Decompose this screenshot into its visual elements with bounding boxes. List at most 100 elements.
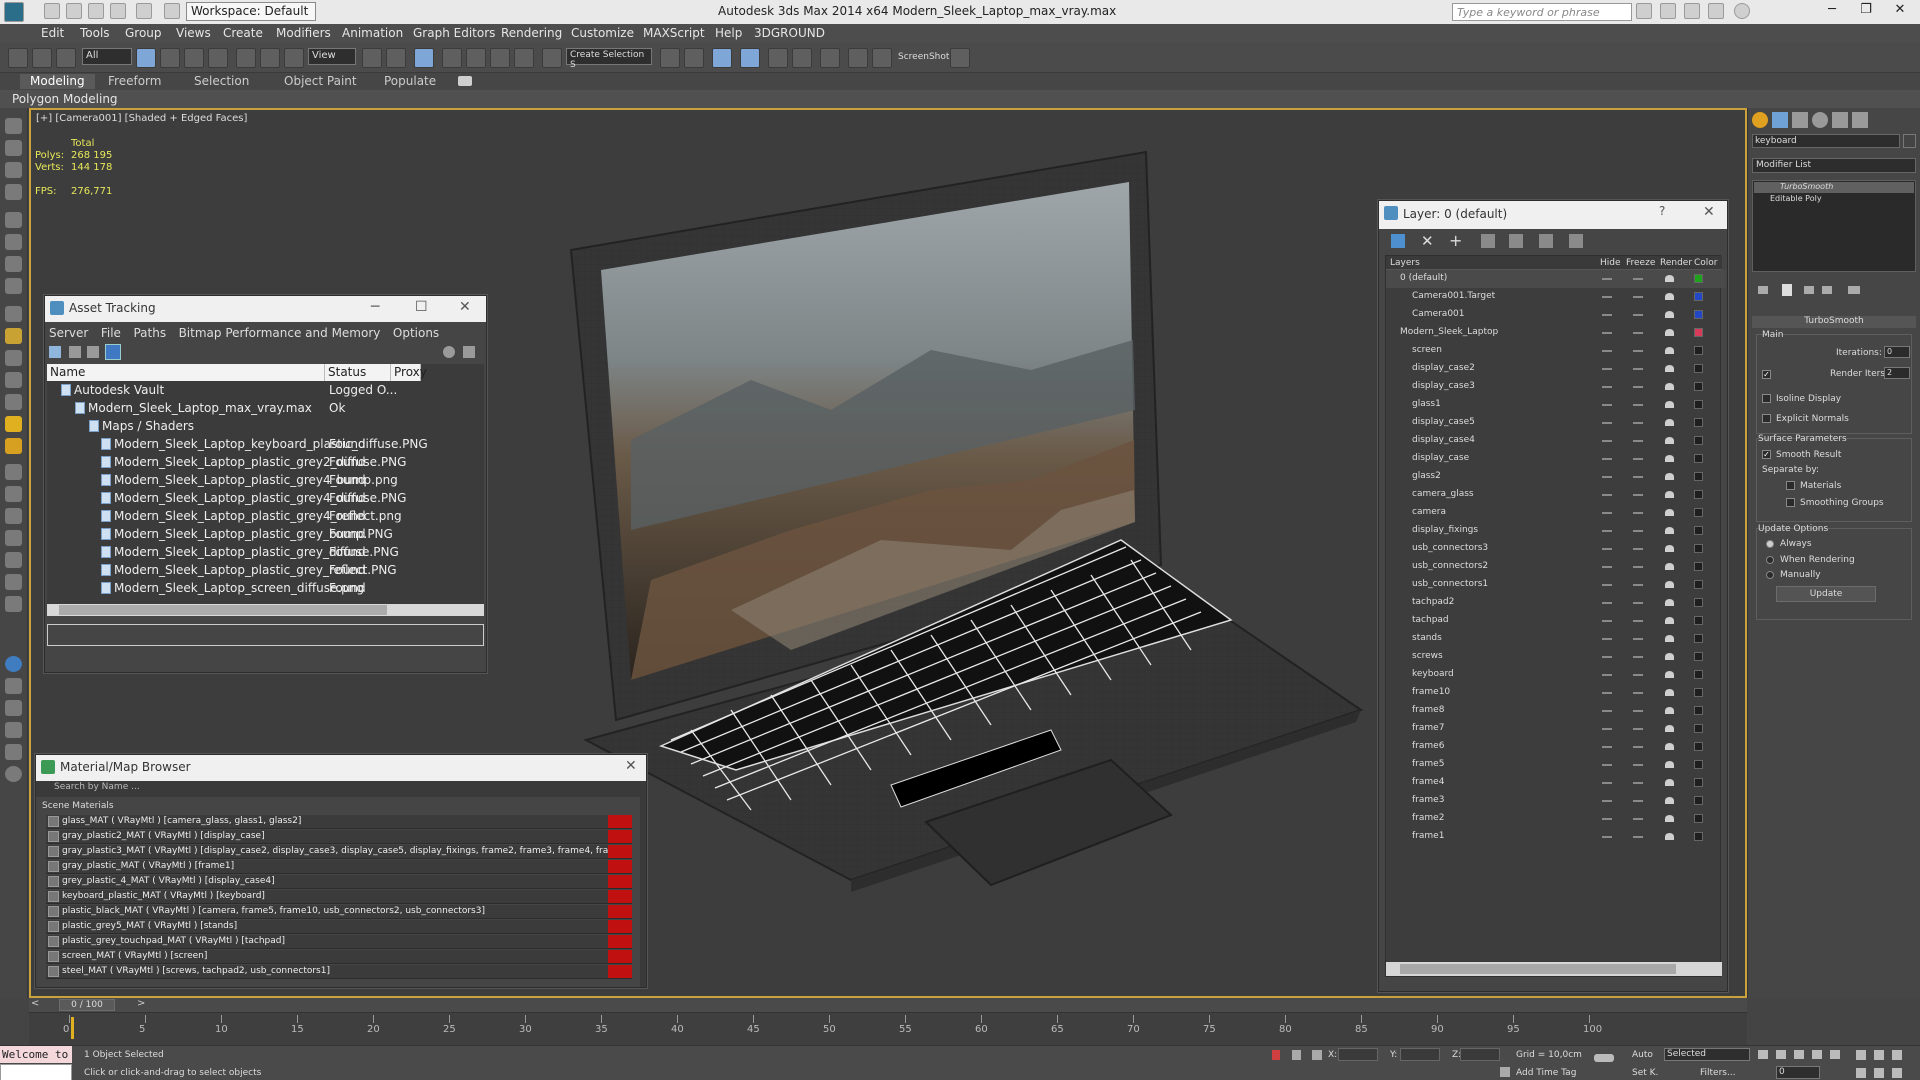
prev-frame-icon[interactable]: <: [31, 998, 39, 1009]
table-view-icon[interactable]: [87, 346, 99, 358]
material-close-button[interactable]: ✕: [625, 758, 637, 774]
freeze-toggle[interactable]: [1633, 692, 1643, 694]
zoom-extents-icon[interactable]: [1892, 1050, 1902, 1060]
delete-layer-icon[interactable]: ✕: [1421, 232, 1434, 250]
absolute-mode-icon[interactable]: [1312, 1050, 1322, 1060]
render-teapot-icon[interactable]: [1665, 419, 1674, 426]
globe-icon[interactable]: [5, 530, 22, 546]
layer-row[interactable]: frame7: [1386, 720, 1726, 738]
freeze-toggle[interactable]: [1633, 512, 1643, 514]
material-list-item[interactable]: keyboard_plastic_MAT ( VRayMtl ) [keyboa…: [46, 890, 632, 904]
render-teapot-icon[interactable]: [1665, 365, 1674, 372]
iterations-spinner[interactable]: 0: [1884, 346, 1910, 358]
polygon-modeling-panel[interactable]: Polygon Modeling: [12, 92, 118, 106]
layer-color-swatch[interactable]: [1694, 760, 1703, 769]
create-tab-icon[interactable]: [1752, 112, 1768, 128]
close-window-button[interactable]: ✕: [1886, 2, 1914, 22]
reference-coordinate-dropdown[interactable]: View: [308, 48, 356, 65]
menu-animation[interactable]: Animation: [342, 26, 403, 40]
col-proxy[interactable]: Proxy: [391, 364, 427, 381]
freeze-toggle[interactable]: [1633, 350, 1643, 352]
layer-color-swatch[interactable]: [1694, 292, 1703, 301]
layer-color-swatch[interactable]: [1694, 436, 1703, 445]
layer-manager-titlebar[interactable]: Layer: 0 (default) ? ✕: [1379, 201, 1727, 229]
hierarchy-tab-icon[interactable]: [1792, 112, 1808, 128]
select-layer-objects-icon[interactable]: [1481, 234, 1495, 248]
hide-toggle[interactable]: [1602, 602, 1612, 604]
material-browser-titlebar[interactable]: Material/Map Browser ✕: [36, 755, 646, 781]
layer-row[interactable]: usb_connectors3: [1386, 540, 1726, 558]
highlight-layer-icon[interactable]: [1509, 234, 1523, 248]
pipe-icon[interactable]: [5, 118, 22, 134]
zoom-icon[interactable]: [1856, 1050, 1866, 1060]
layer-color-swatch[interactable]: [1694, 796, 1703, 805]
modifier-list-dropdown[interactable]: Modifier List: [1752, 158, 1916, 173]
render-teapot-icon[interactable]: [1665, 563, 1674, 570]
render-teapot-icon[interactable]: [1665, 311, 1674, 318]
new-file-icon[interactable]: [44, 3, 60, 19]
select-and-link-icon[interactable]: [8, 48, 28, 68]
selection-filter-dropdown[interactable]: All: [82, 48, 132, 65]
material-list-item[interactable]: plastic_black_MAT ( VRayMtl ) [camera, f…: [46, 905, 632, 919]
save-file-icon[interactable]: [88, 3, 104, 19]
freeze-toggle[interactable]: [1633, 638, 1643, 640]
y-coordinate-field[interactable]: [1400, 1048, 1440, 1061]
layer-row[interactable]: frame4: [1386, 774, 1726, 792]
layer-row[interactable]: frame2: [1386, 810, 1726, 828]
smoothing-groups-checkbox[interactable]: [1786, 498, 1795, 507]
render-teapot-icon[interactable]: [1665, 473, 1674, 480]
render-teapot-icon[interactable]: [1665, 761, 1674, 768]
minimize-button[interactable]: ─: [1818, 2, 1846, 22]
freeze-toggle[interactable]: [1633, 332, 1643, 334]
layer-row[interactable]: screws: [1386, 648, 1726, 666]
hide-toggle[interactable]: [1602, 728, 1612, 730]
time-slider[interactable]: 0 / 100 < >: [29, 998, 1747, 1012]
light-icon[interactable]: [5, 416, 22, 432]
box-list-icon[interactable]: [5, 722, 22, 738]
hide-toggle[interactable]: [1602, 476, 1612, 478]
freeze-toggle[interactable]: [1633, 620, 1643, 622]
tab-freeform[interactable]: Freeform: [98, 74, 171, 89]
freeze-toggle[interactable]: [1633, 782, 1643, 784]
hide-toggle[interactable]: [1602, 440, 1612, 442]
hide-toggle[interactable]: [1602, 548, 1612, 550]
graphite-ribbon-icon[interactable]: [740, 48, 760, 68]
schematic-view-icon[interactable]: [792, 48, 812, 68]
layer-color-swatch[interactable]: [1694, 418, 1703, 427]
layer-manager-icon[interactable]: [712, 48, 732, 68]
layer-row[interactable]: Camera001.Target: [1386, 288, 1726, 306]
layer-color-swatch[interactable]: [1694, 274, 1703, 283]
new-layer-icon[interactable]: [1391, 234, 1405, 248]
material-list-item[interactable]: gray_plastic3_MAT ( VRayMtl ) [display_c…: [46, 845, 632, 859]
text-icon[interactable]: [5, 162, 22, 178]
asset-maximize-button[interactable]: ☐: [415, 299, 428, 315]
menu-tools[interactable]: Tools: [80, 26, 110, 40]
refresh-icon[interactable]: [49, 346, 61, 358]
material-list-item[interactable]: screen_MAT ( VRayMtl ) [screen]: [46, 950, 632, 964]
layer-row[interactable]: frame3: [1386, 792, 1726, 810]
layer-color-swatch[interactable]: [1694, 652, 1703, 661]
layer-color-swatch[interactable]: [1694, 688, 1703, 697]
open-file-icon[interactable]: [66, 3, 82, 19]
communication-center-icon[interactable]: [1684, 3, 1700, 19]
asset-horizontal-scrollbar[interactable]: [47, 604, 484, 616]
render-teapot-icon[interactable]: [1665, 707, 1674, 714]
undo-icon[interactable]: [110, 3, 126, 19]
freeze-toggle[interactable]: [1633, 422, 1643, 424]
edit-named-selection-icon[interactable]: [542, 48, 562, 68]
stack-turbosmooth[interactable]: TurboSmooth: [1754, 182, 1914, 193]
layer-row[interactable]: display_fixings: [1386, 522, 1726, 540]
render-teapot-icon[interactable]: [1665, 725, 1674, 732]
layer-horizontal-scrollbar[interactable]: [1386, 962, 1722, 976]
explicit-normals-checkbox[interactable]: [1762, 414, 1771, 423]
menu-modifiers[interactable]: Modifiers: [276, 26, 331, 40]
asset-row[interactable]: Modern_Sleek_Laptop_plastic_grey_reflect…: [47, 562, 484, 580]
menu-maxscript[interactable]: MAXScript: [643, 26, 705, 40]
asset-minimize-button[interactable]: ─: [371, 299, 379, 315]
layer-color-swatch[interactable]: [1694, 364, 1703, 373]
spinner-snap-icon[interactable]: [514, 48, 534, 68]
lock-selection-icon[interactable]: [1272, 1050, 1280, 1060]
render-teapot-icon[interactable]: [1665, 833, 1674, 840]
render-teapot-icon[interactable]: [1665, 671, 1674, 678]
hide-toggle[interactable]: [1602, 404, 1612, 406]
